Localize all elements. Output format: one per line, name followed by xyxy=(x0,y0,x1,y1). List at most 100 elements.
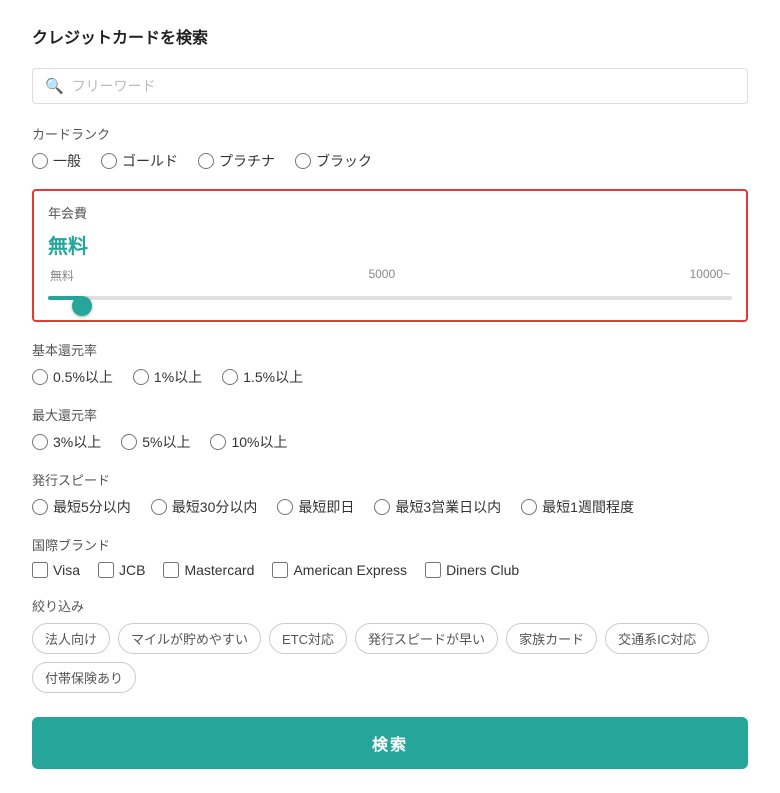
rank-radio-gold[interactable] xyxy=(101,153,117,169)
max-return-label-3: 3%以上 xyxy=(53,432,101,452)
rank-radio-general[interactable] xyxy=(32,153,48,169)
max-return-10[interactable]: 10%以上 xyxy=(210,432,287,452)
range-label-mid: 5000 xyxy=(368,267,395,284)
brand-section: 国際ブランド Visa JCB Mastercard American Expr… xyxy=(32,535,748,578)
issue-speed-radio-1week[interactable] xyxy=(521,499,537,515)
issue-speed-label-same-day: 最短即日 xyxy=(298,497,354,517)
tag-miles[interactable]: マイルが貯めやすい xyxy=(118,623,261,654)
tag-corporate[interactable]: 法人向け xyxy=(32,623,110,654)
range-track xyxy=(48,296,732,300)
issue-speed-5min[interactable]: 最短5分以内 xyxy=(32,497,131,517)
max-return-3[interactable]: 3%以上 xyxy=(32,432,101,452)
rank-option-general[interactable]: 一般 xyxy=(32,151,81,171)
issue-speed-same-day[interactable]: 最短即日 xyxy=(277,497,354,517)
max-return-5[interactable]: 5%以上 xyxy=(121,432,190,452)
max-return-label: 最大還元率 xyxy=(32,405,748,424)
card-rank-group: 一般 ゴールド プラチナ ブラック xyxy=(32,151,748,171)
max-return-radio-5[interactable] xyxy=(121,434,137,450)
max-return-label-10: 10%以上 xyxy=(231,432,287,452)
basic-return-label: 基本還元率 xyxy=(32,340,748,359)
brand-checkbox-amex[interactable] xyxy=(272,562,288,578)
basic-return-radio-1[interactable] xyxy=(133,369,149,385)
basic-return-label-1: 1%以上 xyxy=(154,367,202,387)
issue-speed-radio-30min[interactable] xyxy=(151,499,167,515)
brand-label-amex: American Express xyxy=(293,562,407,578)
range-thumb[interactable] xyxy=(72,296,92,316)
search-icon: 🔍 xyxy=(45,77,64,95)
issue-speed-radio-same-day[interactable] xyxy=(277,499,293,515)
rank-label-platinum: プラチナ xyxy=(219,151,275,171)
brand-checkbox-diners[interactable] xyxy=(425,562,441,578)
issue-speed-30min[interactable]: 最短30分以内 xyxy=(151,497,258,517)
brand-mastercard[interactable]: Mastercard xyxy=(163,562,254,578)
brand-label-diners: Diners Club xyxy=(446,562,519,578)
annual-fee-section: 年会費 無料 無料 5000 10000~ xyxy=(32,189,748,322)
rank-label-gold: ゴールド xyxy=(122,151,178,171)
max-return-label-5: 5%以上 xyxy=(142,432,190,452)
issue-speed-label-30min: 最短30分以内 xyxy=(172,497,258,517)
card-rank-section: カードランク 一般 ゴールド プラチナ ブラック xyxy=(32,124,748,171)
basic-return-1[interactable]: 1%以上 xyxy=(133,367,202,387)
tag-transit[interactable]: 交通系IC対応 xyxy=(605,623,709,654)
basic-return-group: 0.5%以上 1%以上 1.5%以上 xyxy=(32,367,748,387)
tag-etc[interactable]: ETC対応 xyxy=(269,623,347,654)
basic-return-section: 基本還元率 0.5%以上 1%以上 1.5%以上 xyxy=(32,340,748,387)
annual-fee-label: 年会費 xyxy=(48,203,732,222)
issue-speed-label-5min: 最短5分以内 xyxy=(53,497,131,517)
brand-label-jcb: JCB xyxy=(119,562,145,578)
issue-speed-radio-3days[interactable] xyxy=(374,499,390,515)
brand-checkbox-jcb[interactable] xyxy=(98,562,114,578)
basic-return-1.5[interactable]: 1.5%以上 xyxy=(222,367,303,387)
issue-speed-section: 発行スピード 最短5分以内 最短30分以内 最短即日 最短3営業日以内 最短1週… xyxy=(32,470,748,517)
brand-label-mastercard: Mastercard xyxy=(184,562,254,578)
issue-speed-group: 最短5分以内 最短30分以内 最短即日 最短3営業日以内 最短1週間程度 xyxy=(32,497,748,517)
range-label-min: 無料 xyxy=(50,267,74,284)
brand-checkbox-mastercard[interactable] xyxy=(163,562,179,578)
brand-visa[interactable]: Visa xyxy=(32,562,80,578)
rank-option-gold[interactable]: ゴールド xyxy=(101,151,178,171)
tag-fast-issue[interactable]: 発行スピードが早い xyxy=(355,623,498,654)
search-box: 🔍 xyxy=(32,68,748,104)
max-return-radio-3[interactable] xyxy=(32,434,48,450)
brand-label: 国際ブランド xyxy=(32,535,748,554)
max-return-section: 最大還元率 3%以上 5%以上 10%以上 xyxy=(32,405,748,452)
brand-jcb[interactable]: JCB xyxy=(98,562,145,578)
brand-checkbox-group: Visa JCB Mastercard American Express Din… xyxy=(32,562,748,578)
page-title: クレジットカードを検索 xyxy=(32,24,748,48)
card-rank-label: カードランク xyxy=(32,124,748,143)
basic-return-label-0.5: 0.5%以上 xyxy=(53,367,113,387)
brand-checkbox-visa[interactable] xyxy=(32,562,48,578)
range-labels: 無料 5000 10000~ xyxy=(48,267,732,284)
search-input[interactable] xyxy=(72,78,735,94)
tag-family-card[interactable]: 家族カード xyxy=(506,623,597,654)
basic-return-radio-1.5[interactable] xyxy=(222,369,238,385)
issue-speed-label: 発行スピード xyxy=(32,470,748,489)
brand-diners[interactable]: Diners Club xyxy=(425,562,519,578)
max-return-radio-10[interactable] xyxy=(210,434,226,450)
range-slider-wrap xyxy=(48,288,732,308)
issue-speed-label-3days: 最短3営業日以内 xyxy=(395,497,501,517)
issue-speed-1week[interactable]: 最短1週間程度 xyxy=(521,497,634,517)
tag-insurance[interactable]: 付帯保険あり xyxy=(32,662,136,693)
issue-speed-label-1week: 最短1週間程度 xyxy=(542,497,634,517)
brand-label-visa: Visa xyxy=(53,562,80,578)
search-button[interactable]: 検索 xyxy=(32,717,748,769)
rank-radio-black[interactable] xyxy=(295,153,311,169)
basic-return-0.5[interactable]: 0.5%以上 xyxy=(32,367,113,387)
rank-radio-platinum[interactable] xyxy=(198,153,214,169)
range-label-max: 10000~ xyxy=(690,267,730,284)
brand-amex[interactable]: American Express xyxy=(272,562,407,578)
max-return-group: 3%以上 5%以上 10%以上 xyxy=(32,432,748,452)
filters-label: 絞り込み xyxy=(32,596,748,615)
basic-return-label-1.5: 1.5%以上 xyxy=(243,367,303,387)
rank-option-black[interactable]: ブラック xyxy=(295,151,372,171)
annual-fee-value: 無料 xyxy=(48,230,732,259)
filters-section: 絞り込み 法人向け マイルが貯めやすい ETC対応 発行スピードが早い 家族カー… xyxy=(32,596,748,693)
issue-speed-radio-5min[interactable] xyxy=(32,499,48,515)
tag-group: 法人向け マイルが貯めやすい ETC対応 発行スピードが早い 家族カード 交通系… xyxy=(32,623,748,693)
rank-label-black: ブラック xyxy=(316,151,372,171)
rank-label-general: 一般 xyxy=(53,151,81,171)
basic-return-radio-0.5[interactable] xyxy=(32,369,48,385)
rank-option-platinum[interactable]: プラチナ xyxy=(198,151,275,171)
issue-speed-3days[interactable]: 最短3営業日以内 xyxy=(374,497,501,517)
